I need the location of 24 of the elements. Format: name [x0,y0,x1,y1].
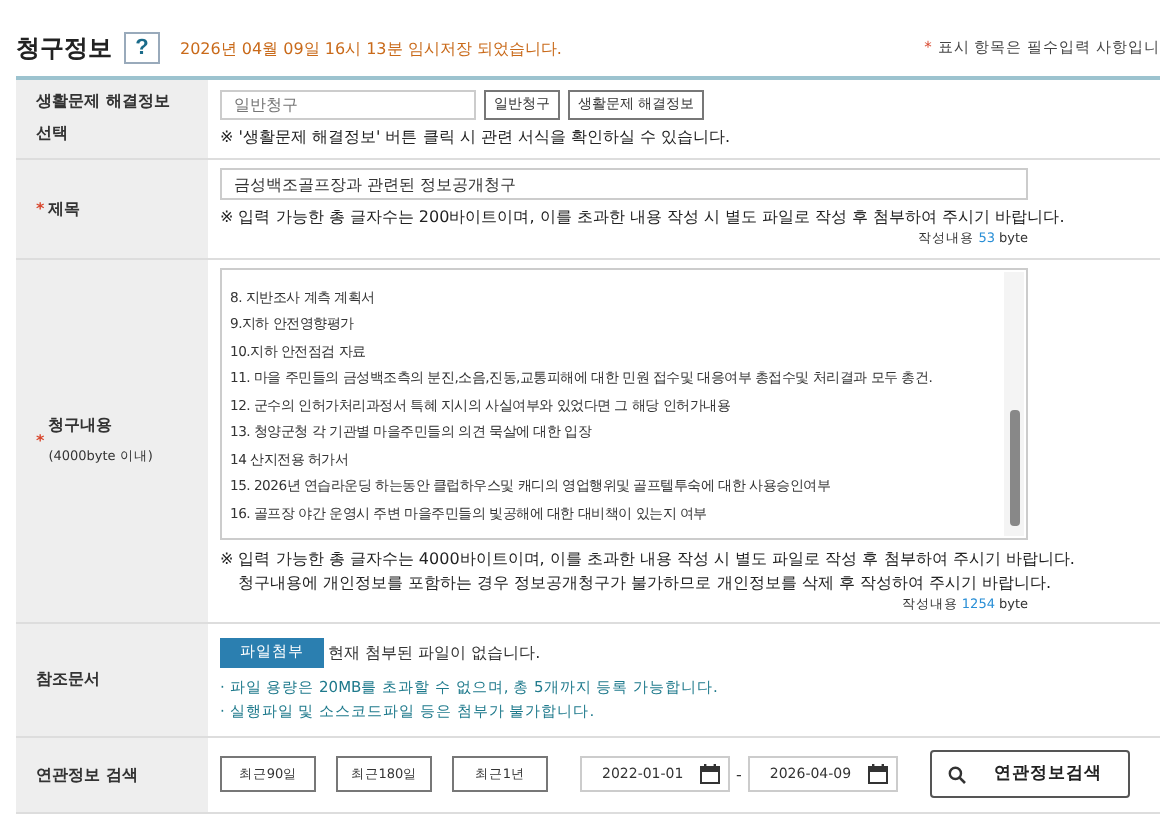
date-separator: - [736,765,742,783]
required-mark: * [36,431,45,449]
help-note: ※ 입력 가능한 총 글자수는 4000바이트이며, 이를 초과한 내용 작성 시 별도 파일로 작성 후 첨부하여 주시기 바랍니다. [220,547,1077,569]
related-search-button[interactable]: 연관정보검색 [929,750,1130,798]
title-field[interactable]: 금성백조골프장과 관련된 정보공개청구 [220,168,1028,200]
help-button[interactable]: ? [124,32,160,64]
request-type-field[interactable]: 일반청구 [220,89,476,120]
section-title: 청구정보 [16,31,112,65]
calendar-icon[interactable] [700,764,720,784]
field-label: 생활문제 해결정보 선택 [36,90,172,147]
field-label: 참조문서 [36,670,100,688]
content-field[interactable] [220,267,1028,539]
attachment-status: 현재 첨부된 파일이 없습니다. [328,641,541,663]
search-icon [947,765,966,783]
field-label: 연관정보 검색 [36,765,138,783]
save-notice: 2026년 04월 09일 16시 13분 임시저장 되었습니다. [180,37,562,59]
calendar-icon[interactable] [867,764,888,784]
help-note: ※ 입력 가능한 총 글자수는 200바이트이며, 이를 초과한 내용 작성 시 별도 파일로 작성 후 첨부하여 주시기 바랍니다. [220,206,1067,228]
scrollbar-thumb[interactable] [1010,409,1020,525]
field-label: 청구내용 [48,416,113,434]
field-label: 제목 [48,199,81,217]
help-note: ※ '생활문제 해결정보' 버튼 클릭 시 관련 서식을 확인하실 수 있습니다. [220,125,733,148]
required-mark: * [36,199,45,217]
help-note: 청구내용에 개인정보를 포함하는 경우 정보공개청구가 불가하므로 개인정보를 삭제 후 작성하여 주시기 바랍니다. [236,571,1054,593]
